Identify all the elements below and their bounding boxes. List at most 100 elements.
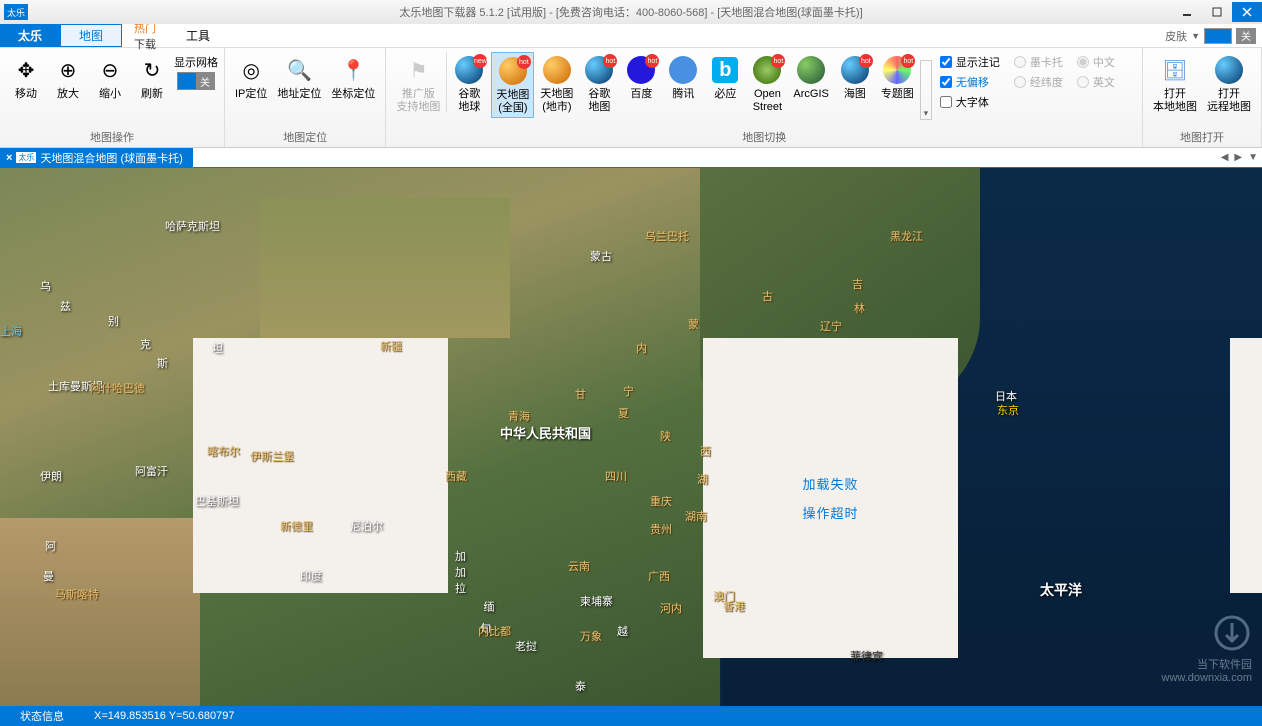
show-note-check[interactable]: 显示注记 <box>940 54 1000 70</box>
bing-button[interactable]: b必应 <box>705 52 745 103</box>
ip-locate-button[interactable]: ◎IP定位 <box>231 52 271 103</box>
ops-group-label: 地图操作 <box>6 127 218 145</box>
tab-menu-icon[interactable]: ▼ <box>1248 152 1258 163</box>
label-gansu: 甘 <box>575 386 586 402</box>
label-hunan: 湖南 <box>685 508 707 524</box>
locate-group-label: 地图定位 <box>231 127 379 145</box>
label-guizhou: 贵州 <box>650 521 672 537</box>
title-bar: 太乐 太乐地图下载器 5.1.2 [试用版] - [免费咨询电话：400-806… <box>0 0 1262 24</box>
promo-button[interactable]: ⚑推广版支持地图 <box>392 52 444 116</box>
label-myanmar1: 缅 <box>480 601 496 612</box>
label-xia: 夏 <box>618 405 629 421</box>
cn-radio[interactable]: 中文 <box>1077 54 1115 70</box>
move-icon: ✥ <box>10 54 42 86</box>
tab-next-icon[interactable]: ▶ <box>1234 152 1242 163</box>
label-ningxia: 宁 <box>623 383 634 399</box>
maximize-button[interactable] <box>1202 2 1232 22</box>
target-icon: ◎ <box>235 54 267 86</box>
window-title: 太乐地图下载器 5.1.2 [试用版] - [免费咨询电话：400-8060-5… <box>399 4 862 20</box>
skin-toggle[interactable] <box>1204 28 1232 44</box>
big-font-check[interactable]: 大字体 <box>940 94 1000 110</box>
tab-label: 天地图混合地图 (球面墨卡托) <box>40 150 182 166</box>
window-controls <box>1172 2 1262 22</box>
label-qinghai: 青海 <box>508 408 530 424</box>
map-viewport[interactable]: 加载失败 操作超时 中华人民共和国 蒙古 哈萨克斯坦 乌 兹 别 克 斯 坦 土… <box>0 168 1262 706</box>
globe-icon: hot <box>497 55 529 87</box>
thematic-button[interactable]: hot专题图 <box>877 52 918 103</box>
label-thailand: 泰 <box>575 678 586 694</box>
mercator-radio[interactable]: 墨卡托 <box>1014 54 1063 70</box>
label-meng: 蒙 <box>688 316 699 332</box>
close-button[interactable] <box>1232 2 1262 22</box>
google-map-button[interactable]: hot谷歌 地图 <box>579 52 619 116</box>
no-offset-check[interactable]: 无偏移 <box>940 74 1000 90</box>
label-afghan: 阿富汗 <box>135 463 168 479</box>
grid-toggle[interactable]: 显示网格 关 <box>174 52 218 90</box>
blank-tile-right <box>1230 338 1262 593</box>
label-jia2: 加 <box>455 564 466 580</box>
coord-locate-button[interactable]: 📍坐标定位 <box>327 52 379 103</box>
skin-dropdown-icon[interactable]: ▼ <box>1191 31 1200 41</box>
label-china: 中华人民共和国 <box>500 423 591 442</box>
label-cambodia: 柬埔寨 <box>580 593 613 609</box>
en-radio[interactable]: 英文 <box>1077 74 1115 90</box>
tab-prev-icon[interactable]: ◀ <box>1221 152 1229 163</box>
tools-tab[interactable]: 工具 <box>168 24 228 47</box>
refresh-button[interactable]: ↻刷新 <box>132 52 172 103</box>
document-tab[interactable]: × 太乐 天地图混合地图 (球面墨卡托) <box>0 148 193 168</box>
map-tab[interactable]: 地图 <box>60 24 122 47</box>
zoomout-button[interactable]: ⊖缩小 <box>90 52 130 103</box>
switch-group-label: 地图切换 <box>392 127 1136 145</box>
move-button[interactable]: ✥移动 <box>6 52 46 103</box>
tab-nav: ◀ ▶ ▼ <box>1221 152 1258 163</box>
label-chongqing: 重庆 <box>650 493 672 509</box>
label-uz3: 别 <box>108 313 119 329</box>
arcgis-button[interactable]: ArcGIS <box>789 52 832 103</box>
tianditu-nation-button[interactable]: hot天地图 (全国) <box>491 52 534 118</box>
grid-switch[interactable]: 关 <box>177 72 215 90</box>
tab-strip: × 太乐 天地图混合地图 (球面墨卡托) ◀ ▶ ▼ <box>0 148 1262 168</box>
status-coord: X=149.853516 Y=50.680797 <box>94 710 235 722</box>
label-heilongjiang: 黑龙江 <box>890 228 923 244</box>
google-earth-button[interactable]: new谷歌 地球 <box>449 52 489 116</box>
tencent-button[interactable]: 腾讯 <box>663 52 703 103</box>
ribbon-group-locate: ◎IP定位 🔍地址定位 📍坐标定位 地图定位 <box>225 48 386 147</box>
label-uz6: 坦 <box>212 340 223 356</box>
osm-button[interactable]: hotOpen Street <box>747 52 787 116</box>
search-icon: 🔍 <box>283 54 315 86</box>
tab-close-icon[interactable]: × <box>6 152 12 164</box>
label-tokyo: 东京 <box>997 402 1019 418</box>
addr-locate-button[interactable]: 🔍地址定位 <box>273 52 325 103</box>
label-newdelhi: 新德里 <box>280 518 313 534</box>
database-icon: 🗄 <box>1159 54 1191 86</box>
zoomin-button[interactable]: ⊕放大 <box>48 52 88 103</box>
minimize-button[interactable] <box>1172 2 1202 22</box>
label-lin: 林 <box>854 300 865 316</box>
baidu-icon: hot <box>625 54 657 86</box>
globe-icon <box>541 54 573 86</box>
label-vientiane: 万象 <box>580 628 602 644</box>
label-hubei: 湖 <box>697 471 708 487</box>
lang-radios: 中文 英文 <box>1071 52 1121 92</box>
more-maps-dropdown[interactable]: ▾ <box>920 60 932 120</box>
baidu-button[interactable]: hot百度 <box>621 52 661 103</box>
label-shanxi: 西 <box>700 443 711 459</box>
seamap-button[interactable]: hot海图 <box>835 52 875 103</box>
label-iran: 伊朗 <box>40 468 62 484</box>
skin-off-button[interactable]: 关 <box>1236 28 1256 44</box>
label-oman: 阿 <box>45 538 56 554</box>
menu-bar: 太乐 地图 热门 下载 工具 皮肤 ▼ 关 <box>0 24 1262 48</box>
label-uz1: 乌 <box>40 278 51 294</box>
display-options: 显示注记 无偏移 大字体 <box>934 52 1006 112</box>
status-bar: 状态信息 X=149.853516 Y=50.680797 <box>0 706 1262 726</box>
label-hanoi: 河内 <box>660 600 682 616</box>
tianditu-city-button[interactable]: 天地图 (地市) <box>536 52 577 116</box>
label-xinjiang: 新疆 <box>380 338 402 354</box>
latlon-radio[interactable]: 经纬度 <box>1014 74 1063 90</box>
open-local-button[interactable]: 🗄打开 本地地图 <box>1149 52 1201 116</box>
label-uz5: 斯 <box>157 355 168 371</box>
open-remote-button[interactable]: 打开 远程地图 <box>1203 52 1255 116</box>
brand-tab[interactable]: 太乐 <box>0 24 60 47</box>
app-logo: 太乐 <box>4 4 28 20</box>
label-gu: 古 <box>762 288 773 304</box>
